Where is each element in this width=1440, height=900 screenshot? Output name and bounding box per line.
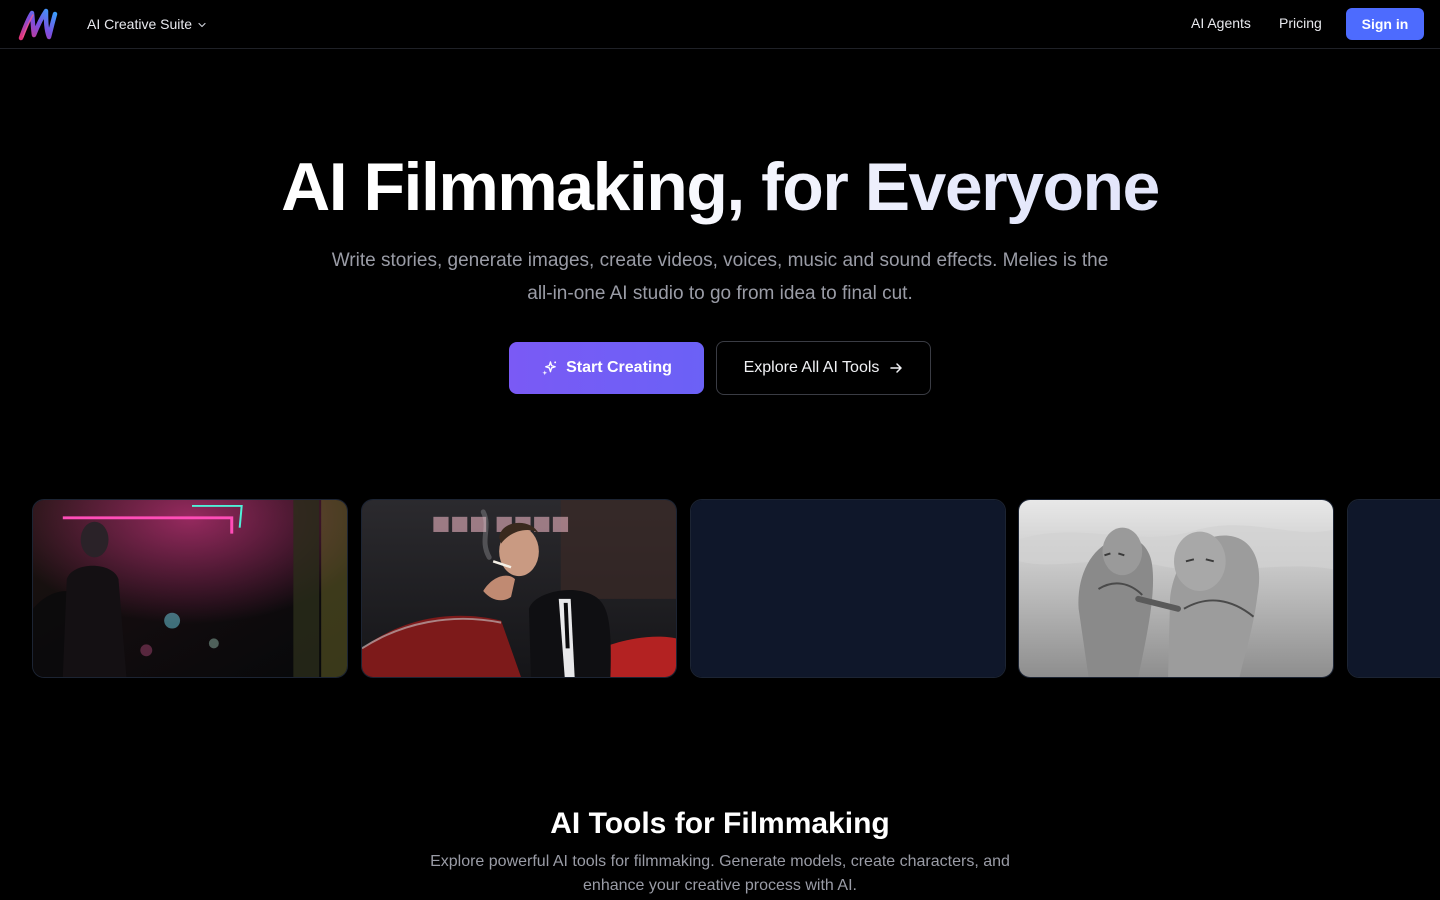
gallery-video-neon-street[interactable] [32, 499, 348, 678]
tools-section-title: AI Tools for Filmmaking [550, 807, 890, 840]
hero-title: AI Filmmaking, for Everyone [0, 146, 1440, 228]
chevron-down-icon [198, 22, 206, 27]
man-smoking-thumbnail: ■■■ ■■■■ [362, 500, 676, 677]
nav-link-pricing[interactable]: Pricing [1279, 15, 1322, 31]
gallery-video-loading[interactable] [690, 499, 1006, 678]
explore-all-ai-tools-label: Explore All AI Tools [743, 359, 880, 376]
ai-creative-suite-label: AI Creative Suite [87, 16, 193, 32]
melies-logo-icon[interactable] [18, 5, 58, 43]
hero-subtitle: Write stories, generate images, create v… [331, 250, 1109, 304]
explore-all-ai-tools-button[interactable]: Explore All AI Tools [716, 341, 931, 395]
sketch-fighters-thumbnail [1019, 500, 1333, 677]
gallery-video-loading[interactable] [1347, 499, 1440, 678]
svg-text:■■■ ■■■■: ■■■ ■■■■ [432, 512, 570, 535]
top-navigation-bar: AI Creative Suite AI Agents Pricing Sign… [0, 0, 1440, 49]
sign-in-button[interactable]: Sign in [1346, 8, 1424, 40]
arrow-right-icon [890, 363, 903, 373]
sparkles-icon [542, 360, 557, 375]
loading-placeholder [691, 500, 1005, 677]
gallery-video-sketch-fighters[interactable] [1018, 499, 1334, 678]
start-creating-label: Start Creating [566, 359, 672, 376]
ai-creative-suite-dropdown[interactable]: AI Creative Suite [87, 15, 207, 33]
tools-section-subtitle: Explore powerful AI tools for filmmaking… [430, 853, 1010, 894]
nav-link-ai-agents[interactable]: AI Agents [1191, 15, 1251, 31]
loading-placeholder [1348, 500, 1440, 677]
neon-street-thumbnail [33, 500, 347, 677]
gallery-video-man-smoking[interactable]: ■■■ ■■■■ [361, 499, 677, 678]
start-creating-button[interactable]: Start Creating [509, 342, 704, 394]
